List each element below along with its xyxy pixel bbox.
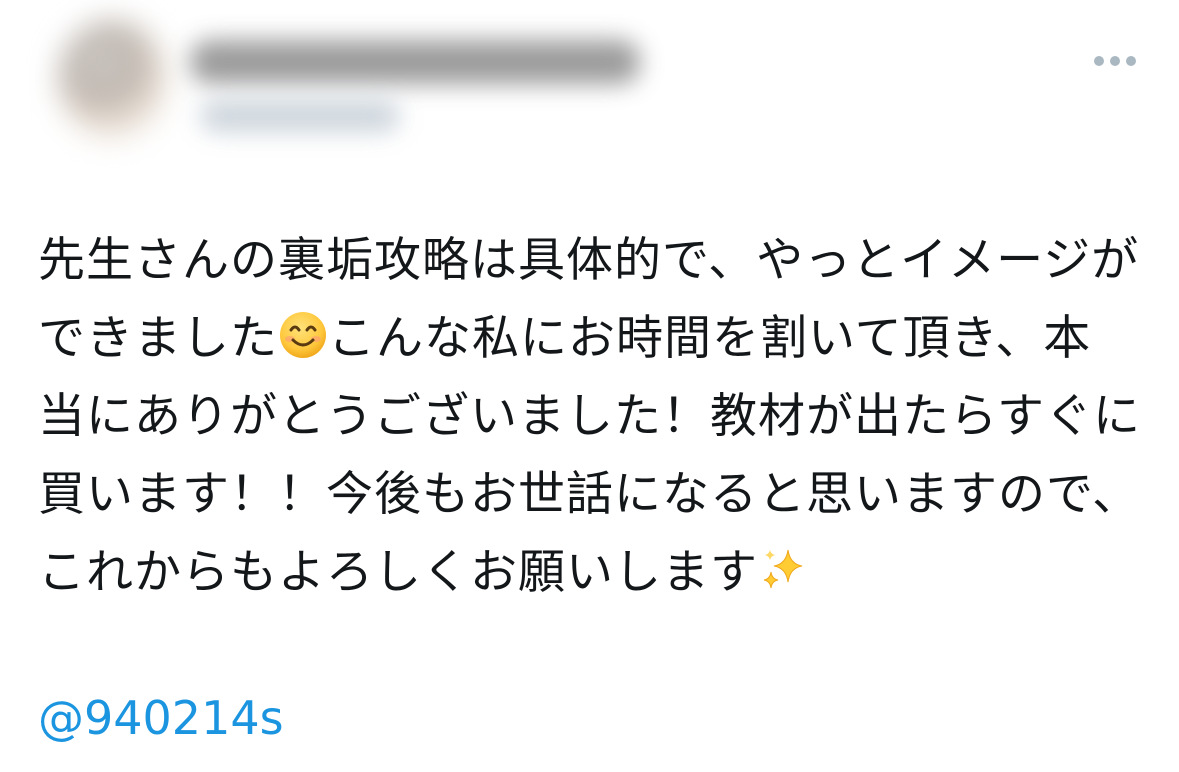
tweet-text-line: できました こんな私にお時間を割いて頂き、本 <box>38 300 1148 378</box>
mention-link[interactable]: @940214s <box>38 690 284 746</box>
tweet-text-segment: できました <box>38 311 278 366</box>
display-name-blurred[interactable] <box>190 40 640 84</box>
sparkles-emoji-icon <box>763 549 803 589</box>
tweet-text-segment: これからもよろしくお願いします <box>38 545 758 600</box>
tweet-card: 先生さんの裏垢攻略は具体的で、やっとイメージが できました こんな私にお時間を割… <box>0 0 1179 772</box>
username-blurred <box>200 100 400 132</box>
dot <box>1126 56 1136 66</box>
tweet-text: 先生さんの裏垢攻略は具体的で、やっとイメージが できました こんな私にお時間を割… <box>38 222 1148 612</box>
avatar[interactable] <box>58 20 168 140</box>
tweet-text-line: これからもよろしくお願いします <box>38 534 1148 612</box>
dot <box>1110 56 1120 66</box>
smiling-face-emoji-icon <box>280 312 326 358</box>
tweet-text-line: 買います！！今後もお世話になると思いますので、 <box>38 467 1141 522</box>
dot <box>1094 56 1104 66</box>
more-options-icon[interactable] <box>1094 55 1142 67</box>
tweet-text-line: 先生さんの裏垢攻略は具体的で、やっとイメージが <box>38 233 1140 288</box>
tweet-text-segment: こんな私にお時間を割いて頂き、本 <box>328 311 1092 366</box>
tweet-text-line: 当にありがとうございました！教材が出たらすぐに <box>38 389 1142 444</box>
